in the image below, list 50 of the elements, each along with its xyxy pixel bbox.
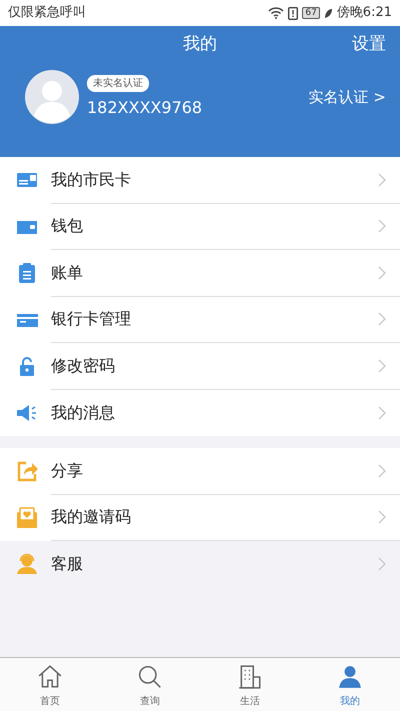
home-icon <box>37 664 63 690</box>
sim-alert-icon <box>288 6 298 20</box>
menu-label: 银行卡管理 <box>51 308 131 330</box>
chevron-right-icon <box>378 358 386 373</box>
wifi-icon <box>268 7 284 19</box>
chevron-right-icon <box>378 557 386 572</box>
verify-link[interactable]: 实名认证 > <box>308 86 386 108</box>
menu-label: 钱包 <box>51 215 83 238</box>
menu-label: 分享 <box>51 460 83 482</box>
leaf-icon <box>324 8 333 18</box>
envelope-heart-icon <box>16 506 38 529</box>
search-icon <box>137 664 163 690</box>
chevron-right-icon <box>378 406 386 420</box>
building-icon <box>237 664 263 690</box>
clipboard-icon <box>16 262 38 284</box>
chevron-right-icon <box>378 464 386 478</box>
chevron-right-icon <box>378 510 386 524</box>
verification-badge: 未实名认证 <box>87 74 149 92</box>
headset-person-icon <box>16 553 38 576</box>
tab-button[interactable]: 我的 <box>300 658 400 711</box>
menu-item[interactable]: 修改密码 <box>0 343 400 390</box>
phone-number: 182XXXX9768 <box>87 96 202 118</box>
menu-label: 我的邀请码 <box>51 506 131 528</box>
menu-item[interactable]: 我的市民卡 <box>0 157 400 204</box>
chevron-right-icon <box>378 266 386 280</box>
avatar-icon <box>25 70 79 124</box>
menu-item[interactable]: 我的消息 <box>0 390 400 436</box>
tab-button[interactable]: 查询 <box>100 658 200 711</box>
chevron-right-icon <box>378 219 386 234</box>
chevron-right-icon <box>378 312 386 326</box>
menu-item[interactable]: 钱包 <box>0 204 400 250</box>
page-title: 我的 <box>183 33 217 56</box>
tab-button[interactable]: 首页 <box>0 658 100 711</box>
battery-indicator: 67 <box>302 7 320 19</box>
menu-label: 修改密码 <box>51 354 115 377</box>
menu-label: 客服 <box>51 553 83 576</box>
tab-button[interactable]: 生活 <box>200 658 300 711</box>
share-icon <box>16 460 38 482</box>
menu-item[interactable]: 银行卡管理 <box>0 296 400 343</box>
chevron-right-icon <box>378 172 386 187</box>
menu-label: 我的消息 <box>51 402 115 424</box>
menu-label: 我的市民卡 <box>51 168 131 191</box>
menu-label: 账单 <box>51 262 83 284</box>
menu-item[interactable]: 账单 <box>0 250 400 296</box>
menu-item[interactable]: 分享 <box>0 448 400 494</box>
clock-text: 傍晚6:21 <box>336 4 392 22</box>
menu-item[interactable]: 客服 <box>0 541 400 588</box>
settings-link[interactable]: 设置 <box>352 32 386 58</box>
carrier-text: 仅限紧急呼叫 <box>8 4 86 22</box>
person-icon <box>337 664 363 690</box>
